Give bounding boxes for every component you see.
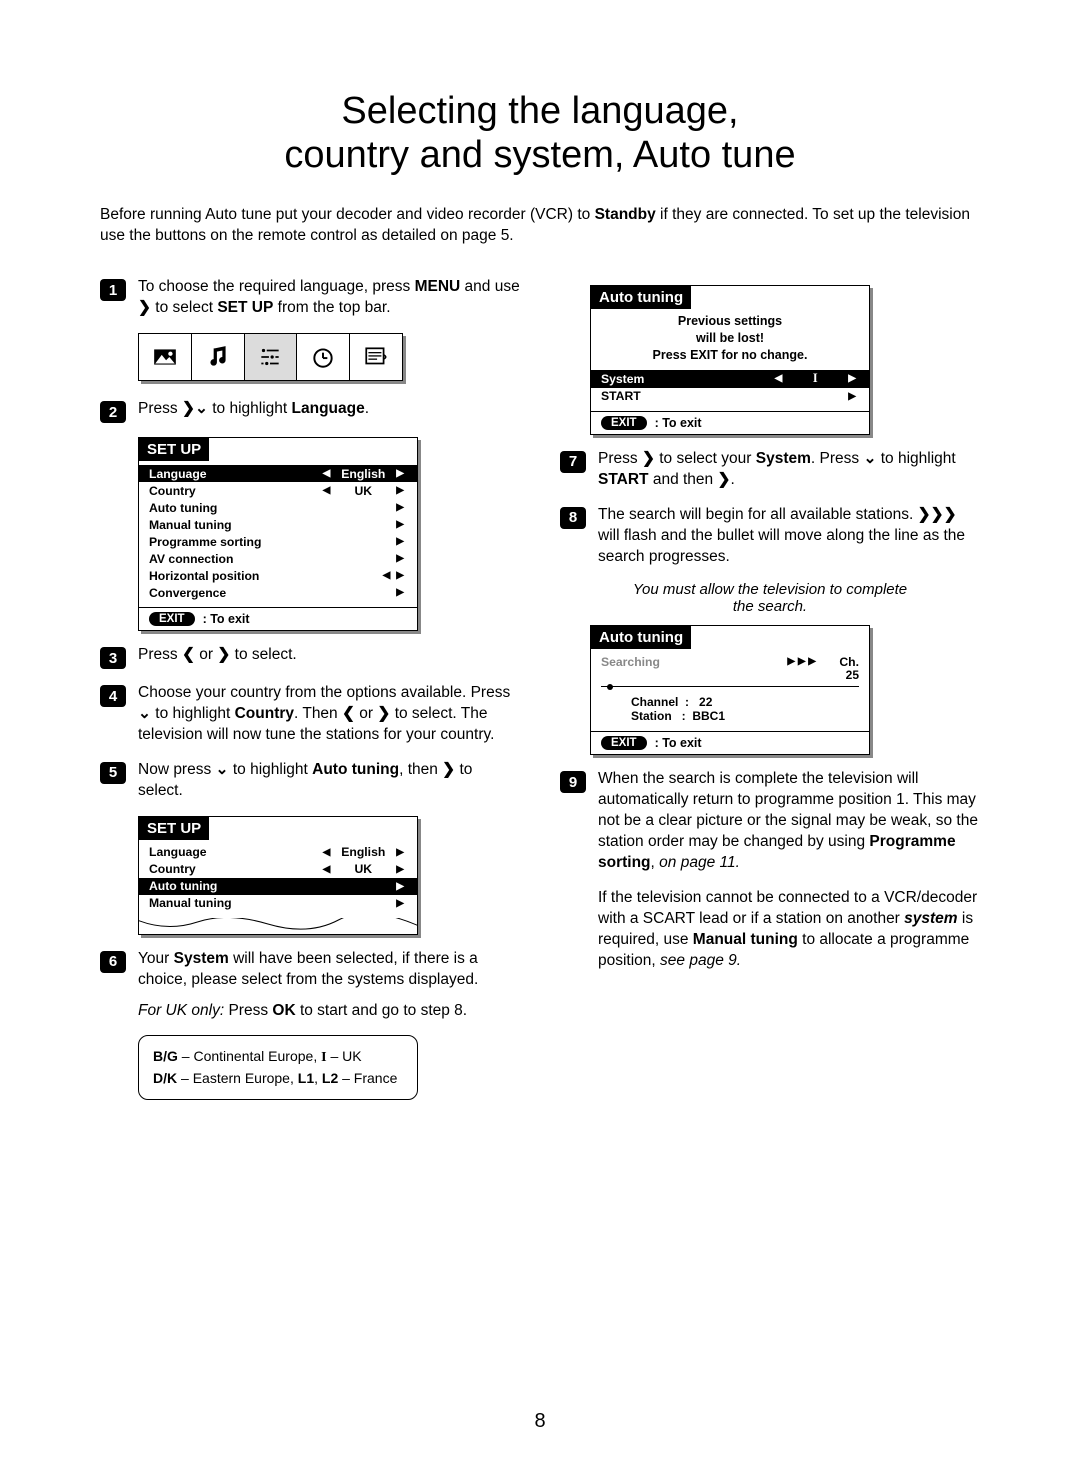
timer-icon bbox=[297, 334, 350, 380]
step-4: 4 Choose your country from the options a… bbox=[100, 683, 520, 746]
top-menu-icon-bar bbox=[138, 333, 403, 381]
step-7: 7 Press ❯ to select your System. Press ⌄… bbox=[560, 449, 980, 491]
step-number: 1 bbox=[100, 279, 126, 301]
menu-row-country: Country◀UK▶ bbox=[149, 482, 407, 499]
torn-edge bbox=[139, 918, 417, 934]
menu-row-language: Language◀English▶ bbox=[139, 465, 417, 482]
step-8-note: You must allow the television to complet… bbox=[560, 581, 980, 615]
step-6: 6 Your System will have been selected, i… bbox=[100, 949, 520, 1022]
picture-icon bbox=[139, 334, 192, 380]
setup-menu-panel-torn: SET UP Language◀English▶ Country◀UK▶ Aut… bbox=[138, 816, 418, 935]
step-number: 2 bbox=[100, 401, 126, 423]
step-5: 5 Now press ⌄ to highlight Auto tuning, … bbox=[100, 760, 520, 802]
music-icon bbox=[192, 334, 245, 380]
step-1: 1 To choose the required language, press… bbox=[100, 277, 520, 319]
auto-tuning-search-panel: Auto tuning Searching ▶ ▶ ▶ Ch. 25 Chann… bbox=[590, 625, 870, 755]
page-number: 8 bbox=[0, 1410, 1080, 1433]
step-9: 9 When the search is complete the televi… bbox=[560, 769, 980, 971]
exit-button-label: EXIT bbox=[149, 612, 195, 626]
intro-paragraph: Before running Auto tune put your decode… bbox=[100, 205, 980, 247]
setup-menu-panel: SET UP Language◀English▶ Country◀UK▶ Aut… bbox=[138, 437, 418, 631]
auto-tuning-confirm-panel: Auto tuning Previous settings will be lo… bbox=[590, 285, 870, 435]
step-2: 2 Press ❯⌄ to highlight Language. bbox=[100, 399, 520, 423]
teletext-icon bbox=[350, 334, 402, 380]
setup-icon bbox=[245, 334, 298, 380]
right-column: Auto tuning Previous settings will be lo… bbox=[560, 277, 980, 1100]
system-legend-box: B/G – Continental Europe, I – UK D/K – E… bbox=[138, 1035, 418, 1100]
progress-dot bbox=[607, 684, 613, 690]
left-column: 1 To choose the required language, press… bbox=[100, 277, 520, 1100]
step-3: 3 Press ❮ or ❯ to select. bbox=[100, 645, 520, 669]
step-8: 8 The search will begin for all availabl… bbox=[560, 505, 980, 568]
page-title: Selecting the language, country and syst… bbox=[100, 90, 980, 177]
